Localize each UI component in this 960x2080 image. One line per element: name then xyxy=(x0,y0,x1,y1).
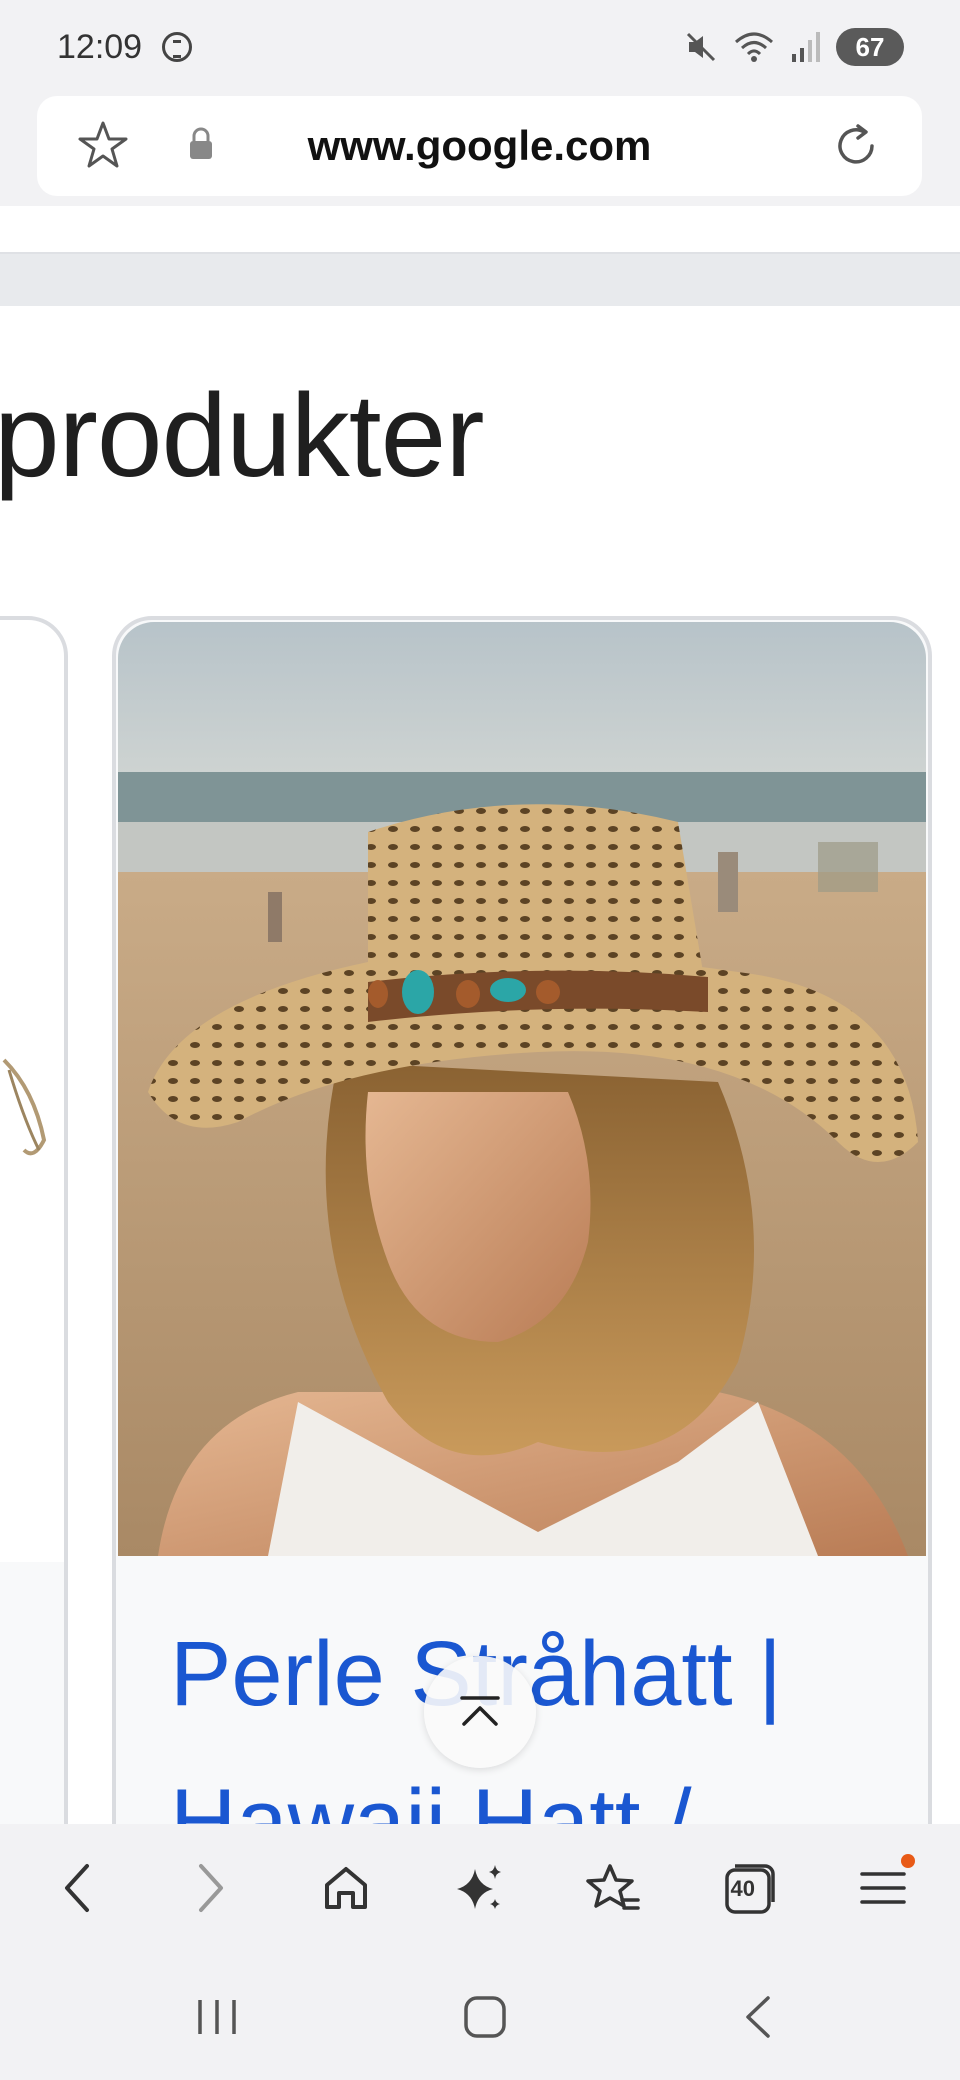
scroll-up-icon xyxy=(460,1696,500,1726)
system-nav-bar xyxy=(0,1952,960,2080)
card-footer xyxy=(0,1562,64,1862)
sparkle-icon xyxy=(456,1865,501,1909)
woman-straw-hat-photo xyxy=(118,622,926,1556)
battery-icon: 67 xyxy=(836,28,904,66)
section-heading: produkter xyxy=(0,370,485,502)
nav-back-icon[interactable] xyxy=(740,1992,776,2042)
wifi-icon xyxy=(735,32,773,62)
status-icons: 67 xyxy=(684,26,904,68)
ai-assistant-button[interactable] xyxy=(440,1848,520,1928)
product-card-previous[interactable] xyxy=(0,616,68,1866)
battery-level: 67 xyxy=(855,31,885,62)
signal-icon xyxy=(792,32,820,62)
page-divider xyxy=(0,252,960,306)
mute-icon xyxy=(686,32,716,62)
tabs-button[interactable]: 40 xyxy=(709,1848,789,1928)
bookmark-star-icon xyxy=(586,1864,641,1910)
product-image[interactable] xyxy=(118,622,926,1556)
chevron-left-icon xyxy=(65,1864,90,1912)
reload-icon[interactable] xyxy=(828,118,884,174)
home-button[interactable] xyxy=(306,1848,386,1928)
product-image-partial xyxy=(2,1058,47,1156)
status-bar: 12:09 67 xyxy=(0,0,960,96)
forward-button[interactable] xyxy=(171,1848,251,1928)
scroll-to-top-button[interactable] xyxy=(424,1656,536,1768)
recents-icon[interactable] xyxy=(194,1992,240,2042)
notification-dot xyxy=(900,1854,915,1868)
hourglass-icon xyxy=(162,32,192,62)
menu-button[interactable] xyxy=(843,1848,923,1928)
url-text[interactable]: www.google.com xyxy=(37,122,922,170)
address-bar[interactable]: www.google.com xyxy=(37,96,922,196)
hamburger-menu-icon xyxy=(860,1872,906,1904)
page-top-strip xyxy=(0,206,960,252)
home-icon xyxy=(324,1867,367,1909)
chevron-right-icon xyxy=(199,1864,224,1912)
tabs-count: 40 xyxy=(730,1876,756,1901)
status-time: 12:09 xyxy=(57,28,143,66)
nav-home-icon[interactable] xyxy=(462,1992,508,2042)
browser-address-area: www.google.com xyxy=(0,96,960,206)
browser-toolbar: 40 xyxy=(0,1824,960,1952)
back-button[interactable] xyxy=(37,1848,117,1928)
bookmarks-button[interactable] xyxy=(574,1848,654,1928)
